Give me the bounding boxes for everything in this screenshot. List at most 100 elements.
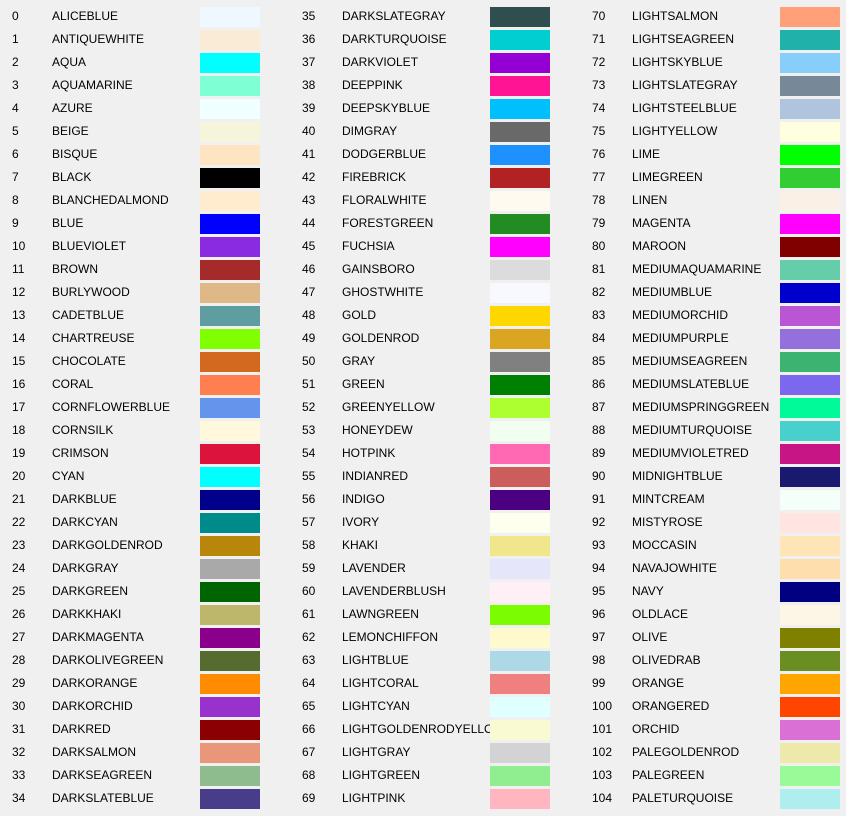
color-index: 0 <box>12 9 19 23</box>
color-row: 36 DARKTURQUOISE <box>290 24 580 50</box>
color-name: CHARTREUSE <box>52 331 135 345</box>
color-row: 1 ANTIQUEWHITE <box>0 24 290 50</box>
color-index: 22 <box>12 515 26 529</box>
color-name: LIGHTSEAGREEN <box>632 32 735 46</box>
color-index: 97 <box>592 630 606 644</box>
color-index: 16 <box>12 377 26 391</box>
color-name: KHAKI <box>342 538 379 552</box>
color-index: 36 <box>302 32 316 46</box>
color-row: 57 IVORY <box>290 507 580 533</box>
color-row: 4 AZURE <box>0 93 290 119</box>
color-name: GHOSTWHITE <box>342 285 424 299</box>
color-name: DARKBLUE <box>52 492 117 506</box>
color-index: 93 <box>592 538 606 552</box>
color-row: 72 LIGHTSKYBLUE <box>580 47 846 73</box>
color-name: BROWN <box>52 262 98 276</box>
color-row: 6 BISQUE <box>0 139 290 165</box>
color-index: 57 <box>302 515 316 529</box>
color-name: LIGHTGOLDENRODYELLOW <box>342 722 505 736</box>
color-name: INDIANRED <box>342 469 409 483</box>
color-row: 63 LIGHTBLUE <box>290 645 580 671</box>
color-index: 96 <box>592 607 606 621</box>
color-name: OLIVE <box>632 630 668 644</box>
color-row: 2 AQUA <box>0 47 290 73</box>
color-row: 24 DARKGRAY <box>0 553 290 579</box>
color-index: 101 <box>592 722 613 736</box>
color-index: 29 <box>12 676 26 690</box>
color-name: DARKSEAGREEN <box>52 768 153 782</box>
color-name: AQUA <box>52 55 87 69</box>
color-name: LAWNGREEN <box>342 607 419 621</box>
color-name: INDIGO <box>342 492 385 506</box>
color-name: FLORALWHITE <box>342 193 427 207</box>
color-index: 38 <box>302 78 316 92</box>
color-index: 42 <box>302 170 316 184</box>
color-name: MEDIUMSPRINGGREEN <box>632 400 770 414</box>
color-row: 70 LIGHTSALMON <box>580 1 846 27</box>
color-name: LAVENDER <box>342 561 406 575</box>
color-name: GAINSBORO <box>342 262 415 276</box>
color-row: 64 LIGHTCORAL <box>290 668 580 694</box>
color-name: LIGHTCYAN <box>342 699 410 713</box>
color-name: DEEPSKYBLUE <box>342 101 431 115</box>
color-index: 91 <box>592 492 606 506</box>
color-name: MEDIUMORCHID <box>632 308 728 322</box>
color-row: 19 CRIMSON <box>0 438 290 464</box>
color-name: ORANGE <box>632 676 685 690</box>
color-index: 67 <box>302 745 316 759</box>
color-row: 14 CHARTREUSE <box>0 323 290 349</box>
color-index: 73 <box>592 78 606 92</box>
color-index: 39 <box>302 101 316 115</box>
color-name: DARKSLATEGRAY <box>342 9 446 23</box>
color-name: LIMEGREEN <box>632 170 703 184</box>
color-row: 75 LIGHTYELLOW <box>580 116 846 142</box>
color-row: 53 HONEYDEW <box>290 415 580 441</box>
color-index: 84 <box>592 331 606 345</box>
color-index: 89 <box>592 446 606 460</box>
color-name: LIGHTSKYBLUE <box>632 55 723 69</box>
color-row: 68 LIGHTGREEN <box>290 760 580 786</box>
color-index: 14 <box>12 331 26 345</box>
color-row: 98 OLIVEDRAB <box>580 645 846 671</box>
color-index: 88 <box>592 423 606 437</box>
color-name: DARKVIOLET <box>342 55 419 69</box>
color-index: 70 <box>592 9 606 23</box>
color-index: 37 <box>302 55 316 69</box>
color-index: 18 <box>12 423 26 437</box>
color-row: 10 BLUEVIOLET <box>0 231 290 257</box>
color-name: ORANGERED <box>632 699 710 713</box>
color-name: DARKKHAKI <box>52 607 122 621</box>
color-index: 21 <box>12 492 26 506</box>
color-row: 21 DARKBLUE <box>0 484 290 510</box>
color-row: 27 DARKMAGENTA <box>0 622 290 648</box>
color-name: ANTIQUEWHITE <box>52 32 144 46</box>
color-row: 103 PALEGREEN <box>580 760 846 786</box>
color-name: MEDIUMTURQUOISE <box>632 423 752 437</box>
color-row: 80 MAROON <box>580 231 846 257</box>
color-swatch <box>780 789 840 809</box>
color-index: 78 <box>592 193 606 207</box>
color-row: 104 PALETURQUOISE <box>580 783 846 809</box>
color-name: MAROON <box>632 239 686 253</box>
color-index: 90 <box>592 469 606 483</box>
color-name: DARKRED <box>52 722 111 736</box>
color-row: 88 MEDIUMTURQUOISE <box>580 415 846 441</box>
color-row: 39 DEEPSKYBLUE <box>290 93 580 119</box>
color-index: 26 <box>12 607 26 621</box>
color-row: 32 DARKSALMON <box>0 737 290 763</box>
color-name: DARKSLATEBLUE <box>52 791 154 805</box>
color-name: ALICEBLUE <box>52 9 119 23</box>
color-index: 98 <box>592 653 606 667</box>
color-name: BLANCHEDALMOND <box>52 193 169 207</box>
color-name: FUCHSIA <box>342 239 395 253</box>
color-name: LIGHTSTEELBLUE <box>632 101 737 115</box>
color-row: 34 DARKSLATEBLUE <box>0 783 290 809</box>
color-name: BISQUE <box>52 147 98 161</box>
color-index: 52 <box>302 400 316 414</box>
color-row: 30 DARKORCHID <box>0 691 290 717</box>
color-row: 16 CORAL <box>0 369 290 395</box>
color-row: 85 MEDIUMSEAGREEN <box>580 346 846 372</box>
color-name: DARKCYAN <box>52 515 118 529</box>
color-name: FORESTGREEN <box>342 216 434 230</box>
color-index: 40 <box>302 124 316 138</box>
